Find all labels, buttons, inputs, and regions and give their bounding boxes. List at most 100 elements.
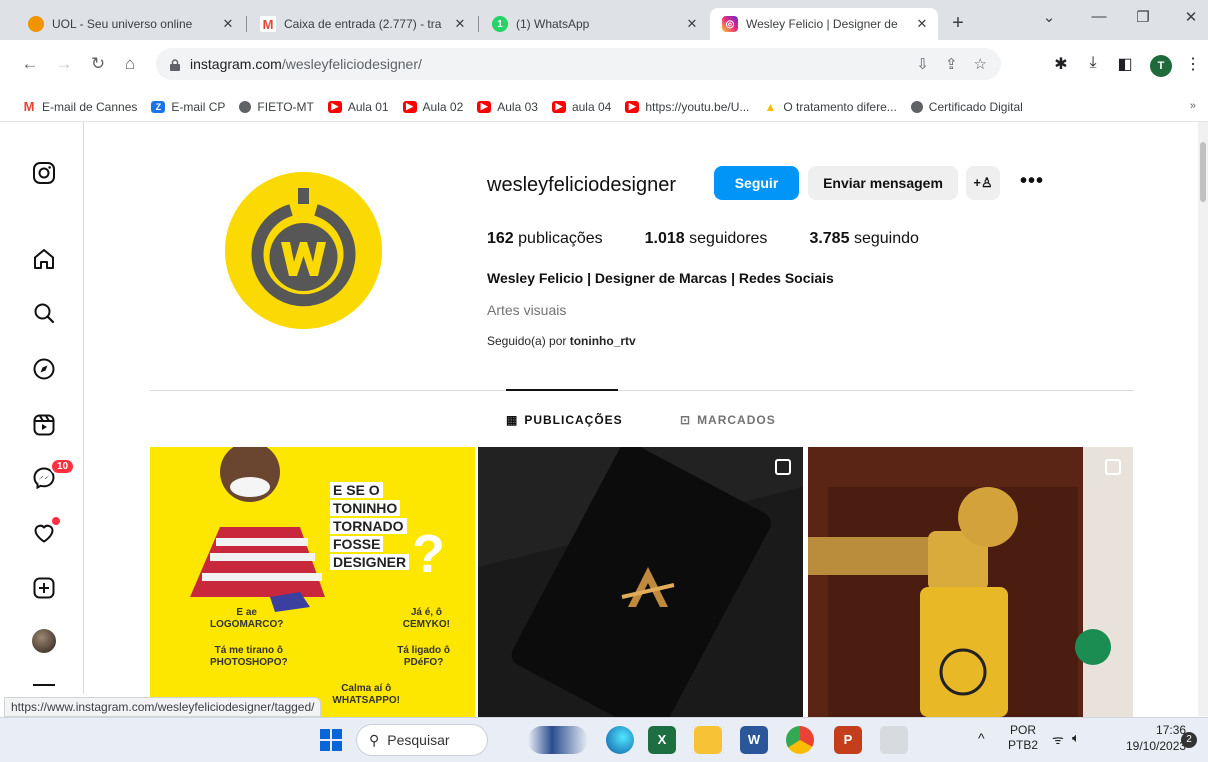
- bookmark-item[interactable]: ▶ https://youtu.be/U...: [625, 100, 749, 114]
- active-tab-indicator: [506, 389, 618, 391]
- chrome-icon[interactable]: [786, 726, 814, 754]
- explore-icon[interactable]: [31, 356, 57, 382]
- tab-instagram[interactable]: ◎ Wesley Felicio | Designer de ✕: [710, 8, 938, 40]
- close-icon[interactable]: ✕: [684, 16, 700, 32]
- youtube-icon: ▶: [327, 100, 342, 113]
- notification-count[interactable]: 2: [1181, 732, 1197, 748]
- bookmark-item[interactable]: ▲ O tratamento difere...: [763, 100, 896, 114]
- carousel-icon: [1105, 459, 1121, 475]
- profile-category: Artes visuais: [487, 302, 567, 318]
- gmail-icon: M: [260, 16, 276, 32]
- bookmark-item[interactable]: M E-mail de Cannes: [22, 99, 138, 114]
- bookmark-item[interactable]: ▶ Aula 03: [477, 100, 538, 114]
- tab-posts[interactable]: ▦ PUBLICAÇÕES: [506, 413, 623, 427]
- downloads-icon[interactable]: ⤓: [1082, 54, 1104, 72]
- youtube-icon: ▶: [477, 100, 492, 113]
- profile-full-name: Wesley Felicio | Designer de Marcas | Re…: [487, 270, 834, 286]
- create-post-icon[interactable]: [31, 575, 57, 601]
- suggested-users-button[interactable]: +♙: [966, 166, 1000, 200]
- post-thumbnail[interactable]: [808, 447, 1133, 717]
- windows-taskbar: ⚲ Pesquisar X W P ^ POR PTB2 ᯤ 🔈︎ 17:36 19…: [0, 717, 1208, 762]
- tab-uol[interactable]: UOL - Seu universo online ✕: [16, 8, 244, 40]
- taskbar-clock[interactable]: 17:36 19/10/2023: [1126, 722, 1186, 754]
- bookmark-item[interactable]: ▶ aula 04: [551, 100, 611, 114]
- followed-by[interactable]: Seguido(a) por toninho_rtv: [487, 334, 636, 348]
- posts-count: 162 publicações: [487, 230, 603, 247]
- bookmarks-overflow-icon[interactable]: »: [1190, 100, 1196, 112]
- close-icon[interactable]: ✕: [914, 16, 930, 32]
- uol-icon: [28, 16, 44, 32]
- grid-icon: ▦: [506, 413, 519, 427]
- edge-icon[interactable]: [606, 726, 634, 754]
- section-divider: [150, 390, 1134, 391]
- profile-username: wesleyfeliciodesigner: [487, 174, 676, 196]
- bookmark-star-icon[interactable]: ☆: [974, 55, 987, 73]
- widgets-icon[interactable]: [528, 726, 588, 754]
- home-icon[interactable]: ⌂: [118, 54, 142, 74]
- minimize-icon[interactable]: —: [1084, 8, 1114, 25]
- close-icon[interactable]: ✕: [452, 16, 468, 32]
- show-hidden-icons[interactable]: ^: [978, 730, 985, 746]
- tab-whatsapp[interactable]: 1 (1) WhatsApp ✕: [480, 8, 708, 40]
- powerpoint-icon[interactable]: P: [834, 726, 862, 754]
- bookmark-item[interactable]: ▶ Aula 02: [402, 100, 463, 114]
- word-icon[interactable]: W: [740, 726, 768, 754]
- whatsapp-icon: 1: [492, 16, 508, 32]
- taskbar-search[interactable]: ⚲ Pesquisar: [356, 724, 488, 756]
- gmail-icon: M: [23, 99, 35, 114]
- reload-icon[interactable]: ↻: [86, 54, 110, 74]
- share-icon[interactable]: ⇪: [945, 55, 958, 73]
- file-explorer-icon[interactable]: [694, 726, 722, 754]
- restore-icon[interactable]: ❐: [1128, 8, 1158, 26]
- address-bar[interactable]: instagram.com/wesleyfeliciodesigner/ ⇩ ⇪…: [156, 48, 1001, 80]
- profile-avatar[interactable]: T: [1150, 55, 1172, 77]
- windows-start-icon[interactable]: [320, 729, 342, 751]
- instagram-sidebar: 10: [0, 122, 84, 694]
- browser-toolbar: ← → ↻ ⌂ instagram.com/wesleyfeliciodesig…: [0, 40, 1208, 92]
- extensions-icon[interactable]: ✱: [1050, 54, 1072, 74]
- search-icon: ⚲: [369, 731, 380, 748]
- options-icon[interactable]: •••: [1020, 170, 1044, 193]
- followers-count[interactable]: 1.018 seguidores: [645, 230, 768, 248]
- youtube-icon: ▶: [625, 100, 640, 113]
- window-close-icon[interactable]: ✕: [1176, 8, 1206, 26]
- follow-button[interactable]: Seguir: [714, 166, 799, 200]
- side-panel-icon[interactable]: ◧: [1114, 54, 1136, 74]
- bookmark-item[interactable]: ▶ Aula 01: [327, 100, 389, 114]
- wifi-icon[interactable]: ᯤ: [1052, 730, 1064, 748]
- bookmark-item[interactable]: Certificado Digital: [910, 100, 1023, 114]
- wesley-logo-icon: [225, 172, 382, 329]
- page-scrollbar[interactable]: [1198, 122, 1208, 716]
- tagged-icon: ⊡: [680, 413, 692, 427]
- instagram-logo-icon[interactable]: [31, 160, 57, 186]
- close-icon[interactable]: ✕: [220, 16, 236, 32]
- excel-icon[interactable]: X: [648, 726, 676, 754]
- home-icon[interactable]: [31, 246, 57, 272]
- messages-badge: 10: [50, 458, 76, 475]
- bookmark-item[interactable]: FIETO-MT: [239, 100, 314, 114]
- post-thumbnail[interactable]: [478, 447, 803, 717]
- install-app-icon[interactable]: ⇩: [916, 55, 929, 73]
- menu-icon[interactable]: ⋮: [1182, 54, 1204, 74]
- new-tab-button[interactable]: +: [946, 12, 970, 36]
- following-count[interactable]: 3.785 seguindo: [809, 230, 918, 248]
- search-icon[interactable]: [31, 300, 57, 326]
- forward-icon[interactable]: →: [52, 54, 76, 74]
- tab-search-icon[interactable]: ⌄: [1034, 8, 1064, 26]
- input-language[interactable]: POR PTB2: [1008, 723, 1038, 753]
- send-message-button[interactable]: Enviar mensagem: [808, 166, 958, 200]
- bookmark-item[interactable]: Z E-mail CP: [151, 100, 225, 114]
- post-thumbnail[interactable]: ? E SE O TONINHO TORNADO FOSSE DESIGNER …: [150, 447, 475, 717]
- notepad-icon[interactable]: [880, 726, 908, 754]
- profile-picture[interactable]: [225, 172, 382, 329]
- youtube-icon: ▶: [402, 100, 417, 113]
- reels-icon[interactable]: [31, 412, 57, 438]
- more-menu-icon[interactable]: [31, 678, 57, 694]
- volume-icon[interactable]: 🔈︎: [1072, 730, 1080, 746]
- tab-gmail[interactable]: M Caixa de entrada (2.777) - tra ✕: [248, 8, 476, 40]
- tab-tagged[interactable]: ⊡ MARCADOS: [680, 413, 776, 427]
- scrollbar-thumb[interactable]: [1200, 142, 1206, 202]
- profile-avatar-icon[interactable]: [31, 628, 57, 654]
- back-icon[interactable]: ←: [18, 54, 42, 74]
- post-1-headline: E SE O TONINHO TORNADO FOSSE DESIGNER: [330, 481, 410, 571]
